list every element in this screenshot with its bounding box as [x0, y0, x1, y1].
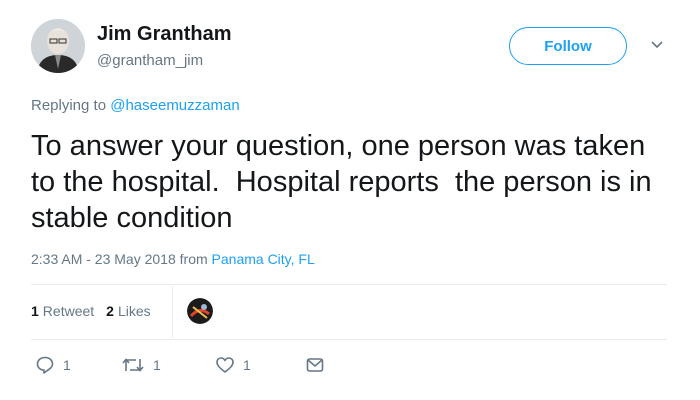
author-name[interactable]: Jim Grantham [97, 23, 231, 45]
tweet-header: Jim Grantham @grantham_jim Follow [31, 19, 670, 79]
like-button[interactable]: 1 [215, 354, 251, 376]
divider [31, 284, 667, 285]
like-count: 1 [243, 357, 251, 373]
retweets-count: 1 [31, 303, 39, 319]
follow-button[interactable]: Follow [509, 27, 627, 65]
retweet-button[interactable]: 1 [121, 354, 161, 376]
direct-message-button[interactable] [305, 354, 325, 376]
replying-to-label: Replying to [31, 97, 111, 114]
replying-to: Replying to @haseemuzzaman [31, 97, 240, 114]
retweet-count: 1 [153, 357, 161, 373]
tweet-meta: 2:33 AM - 23 May 2018 from Panama City, … [31, 251, 315, 267]
profile-photo-icon [31, 19, 85, 73]
author-handle[interactable]: @grantham_jim [97, 52, 231, 69]
likes-label: Likes [117, 303, 151, 319]
stats-separator [172, 286, 173, 338]
retweets-stat[interactable]: 1 Retweet [31, 303, 94, 319]
tweet-text: To answer your question, one person was … [31, 130, 660, 234]
timestamp[interactable]: 2:33 AM - 23 May 2018 from [31, 251, 212, 267]
reply-count: 1 [63, 357, 71, 373]
tweet-card: Jim Grantham @grantham_jim Follow Replyi… [0, 0, 700, 400]
heart-icon [216, 357, 234, 373]
retweets-label: Retweet [42, 303, 95, 319]
liker-avatar[interactable] [187, 298, 213, 324]
location-link[interactable]: Panama City, FL [212, 251, 315, 267]
author-avatar[interactable] [31, 19, 85, 73]
likes-count: 2 [106, 303, 114, 319]
divider [31, 339, 667, 340]
author-names: Jim Grantham @grantham_jim [97, 23, 231, 69]
likes-stat[interactable]: 2 Likes [106, 303, 150, 319]
envelope-icon [306, 358, 324, 372]
liker-avatar-icon [187, 298, 213, 324]
reply-icon [36, 356, 54, 374]
engagement-stats: 1 Retweet 2 Likes [31, 296, 163, 326]
retweet-icon [122, 358, 144, 372]
reply-button[interactable]: 1 [35, 354, 71, 376]
replying-to-handle[interactable]: @haseemuzzaman [110, 97, 239, 114]
more-options-chevron-down-icon[interactable] [650, 37, 664, 51]
